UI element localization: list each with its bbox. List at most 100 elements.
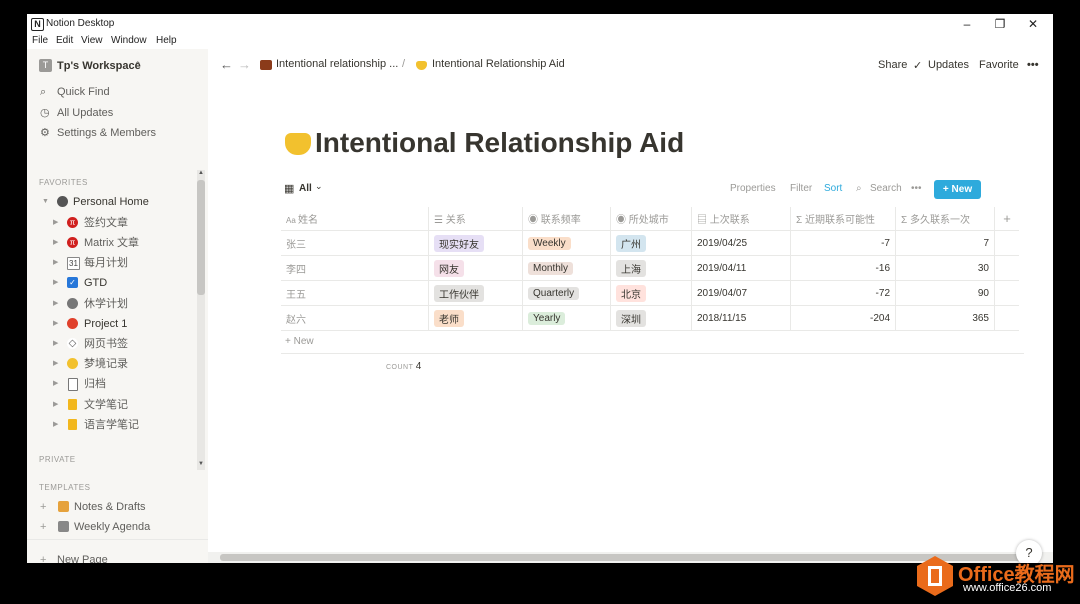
forward-arrow-icon[interactable]: → <box>238 57 251 72</box>
relation-cell[interactable]: 现实好友 <box>428 230 523 256</box>
minimize-icon[interactable]: – <box>952 15 982 33</box>
filter-button[interactable]: Filter <box>790 183 812 194</box>
table-row[interactable]: 赵六 老师 Yearly 深圳 2018/11/15 -204 365 <box>281 305 1019 331</box>
last-contact-cell[interactable]: 2019/04/11 <box>691 255 791 281</box>
collapsed-triangle-icon[interactable]: ▶ <box>53 314 58 334</box>
workspace-switcher[interactable]: T Tp's Workspace ⌃ <box>27 55 195 77</box>
view-selector[interactable]: All <box>299 183 312 194</box>
frequency-cell[interactable]: Yearly <box>522 305 611 331</box>
city-cell[interactable]: 深圳 <box>610 305 692 331</box>
back-arrow-icon[interactable]: ← <box>220 57 233 72</box>
name-cell[interactable]: 王五 <box>281 280 429 306</box>
menu-view[interactable]: View <box>81 35 103 46</box>
relation-cell[interactable]: 工作伙伴 <box>428 280 523 306</box>
breadcrumb-parent[interactable]: Intentional relationship ... <box>276 58 398 70</box>
share-button[interactable]: Share <box>878 59 907 71</box>
sidebar-item-child[interactable]: ▶ π Matrix 文章 <box>27 233 195 253</box>
maximize-icon[interactable]: ❐ <box>985 15 1015 33</box>
name-cell[interactable]: 赵六 <box>281 305 429 331</box>
sidebar-settings[interactable]: ⚙ Settings & Members <box>27 123 195 143</box>
column-header[interactable]: Σ 近期联系可能性 <box>790 207 896 231</box>
sidebar-all-updates[interactable]: ◷ All Updates <box>27 103 195 123</box>
sidebar-item-child[interactable]: ▶ 文学笔记 <box>27 395 195 415</box>
search-icon[interactable]: ⌕ <box>856 183 862 194</box>
breadcrumb-current[interactable]: Intentional Relationship Aid <box>432 58 565 70</box>
relation-cell[interactable]: 网友 <box>428 255 523 281</box>
column-header[interactable]: ☰ 关系 <box>428 207 523 231</box>
interval-cell[interactable]: 30 <box>895 255 995 281</box>
collapsed-triangle-icon[interactable]: ▶ <box>53 213 58 233</box>
sidebar-quick-find[interactable]: ⌕ Quick Find <box>27 82 195 102</box>
sidebar-item-child[interactable]: ▶ 梦境记录 <box>27 354 195 374</box>
toolbar-more-icon[interactable]: ••• <box>911 183 922 194</box>
chevron-down-icon[interactable]: ⌄ <box>315 181 323 192</box>
more-menu-icon[interactable]: ••• <box>1027 59 1039 71</box>
menu-help[interactable]: Help <box>156 35 177 46</box>
city-cell[interactable]: 广州 <box>610 230 692 256</box>
collapsed-triangle-icon[interactable]: ▶ <box>53 354 58 374</box>
collapsed-triangle-icon[interactable]: ▶ <box>53 233 58 253</box>
expanded-triangle-icon[interactable]: ▼ <box>42 192 49 212</box>
menu-file[interactable]: File <box>32 35 48 46</box>
new-page-button[interactable]: + New Page <box>27 550 195 563</box>
sidebar-item-child[interactable]: ▶ ◇ 网页书签 <box>27 334 195 354</box>
city-cell[interactable]: 上海 <box>610 255 692 281</box>
collapsed-triangle-icon[interactable]: ▶ <box>53 374 58 394</box>
menu-edit[interactable]: Edit <box>56 35 73 46</box>
row-count[interactable]: COUNT 4 <box>386 361 422 372</box>
menu-window[interactable]: Window <box>111 35 147 46</box>
table-row[interactable]: 王五 工作伙伴 Quarterly 北京 2019/04/07 -72 90 <box>281 280 1019 306</box>
sidebar-scrollbar[interactable]: ▲ ▼ <box>197 170 205 470</box>
sort-button[interactable]: Sort <box>824 183 842 194</box>
likelihood-cell[interactable]: -7 <box>790 230 896 256</box>
frequency-cell[interactable]: Monthly <box>522 255 611 281</box>
scroll-down-icon[interactable]: ▼ <box>198 461 204 467</box>
column-header[interactable]: Aa 姓名 <box>281 207 429 231</box>
plus-icon[interactable]: + <box>40 497 46 517</box>
scroll-up-icon[interactable]: ▲ <box>198 170 204 176</box>
horizontal-scroll-thumb[interactable] <box>220 554 1025 561</box>
column-header[interactable]: ◉ 所处城市 <box>610 207 692 231</box>
collapsed-triangle-icon[interactable]: ▶ <box>53 253 58 273</box>
collapsed-triangle-icon[interactable]: ▶ <box>53 273 58 293</box>
last-contact-cell[interactable]: 2019/04/25 <box>691 230 791 256</box>
collapsed-triangle-icon[interactable]: ▶ <box>53 334 58 354</box>
likelihood-cell[interactable]: -16 <box>790 255 896 281</box>
sidebar-item-child[interactable]: ▶ ✓ GTD <box>27 273 195 293</box>
collapsed-triangle-icon[interactable]: ▶ <box>53 415 58 435</box>
template-item[interactable]: + Weekly Agenda <box>27 517 195 537</box>
column-header[interactable]: ◉ 联系频率 <box>522 207 611 231</box>
plus-icon[interactable]: + <box>40 517 46 537</box>
sidebar-item-child[interactable]: ▶ 归档 <box>27 374 195 394</box>
interval-cell[interactable]: 7 <box>895 230 995 256</box>
sidebar-item-child[interactable]: ▶ 语言学笔记 <box>27 415 195 435</box>
relation-cell[interactable]: 老师 <box>428 305 523 331</box>
frequency-cell[interactable]: Quarterly <box>522 280 611 306</box>
add-column-icon[interactable]: + <box>994 207 1019 231</box>
collapsed-triangle-icon[interactable]: ▶ <box>53 294 58 314</box>
column-header[interactable]: ▤ 上次联系 <box>691 207 791 231</box>
sidebar-scroll-thumb[interactable] <box>197 180 205 295</box>
new-button[interactable]: + New <box>934 180 981 199</box>
interval-cell[interactable]: 90 <box>895 280 995 306</box>
properties-button[interactable]: Properties <box>730 183 776 194</box>
sidebar-item-child[interactable]: ▶ Project 1 <box>27 314 195 334</box>
updates-button[interactable]: Updates <box>928 59 969 71</box>
close-icon[interactable]: ✕ <box>1018 15 1048 33</box>
collapsed-triangle-icon[interactable]: ▶ <box>53 395 58 415</box>
sidebar-item-personal-home[interactable]: ▼ Personal Home <box>27 192 195 212</box>
sidebar-item-child[interactable]: ▶ 休学计划 <box>27 294 195 314</box>
sidebar-item-child[interactable]: ▶ 31 每月计划 <box>27 253 195 273</box>
name-cell[interactable]: 张三 <box>281 230 429 256</box>
name-cell[interactable]: 李四 <box>281 255 429 281</box>
last-contact-cell[interactable]: 2018/11/15 <box>691 305 791 331</box>
interval-cell[interactable]: 365 <box>895 305 995 331</box>
city-cell[interactable]: 北京 <box>610 280 692 306</box>
column-header[interactable]: Σ 多久联系一次 <box>895 207 995 231</box>
search-button[interactable]: Search <box>870 183 902 194</box>
add-row-button[interactable]: + New <box>285 336 314 347</box>
frequency-cell[interactable]: Weekly <box>522 230 611 256</box>
last-contact-cell[interactable]: 2019/04/07 <box>691 280 791 306</box>
table-row[interactable]: 张三 现实好友 Weekly 广州 2019/04/25 -7 7 <box>281 230 1019 256</box>
favorite-button[interactable]: Favorite <box>979 59 1019 71</box>
